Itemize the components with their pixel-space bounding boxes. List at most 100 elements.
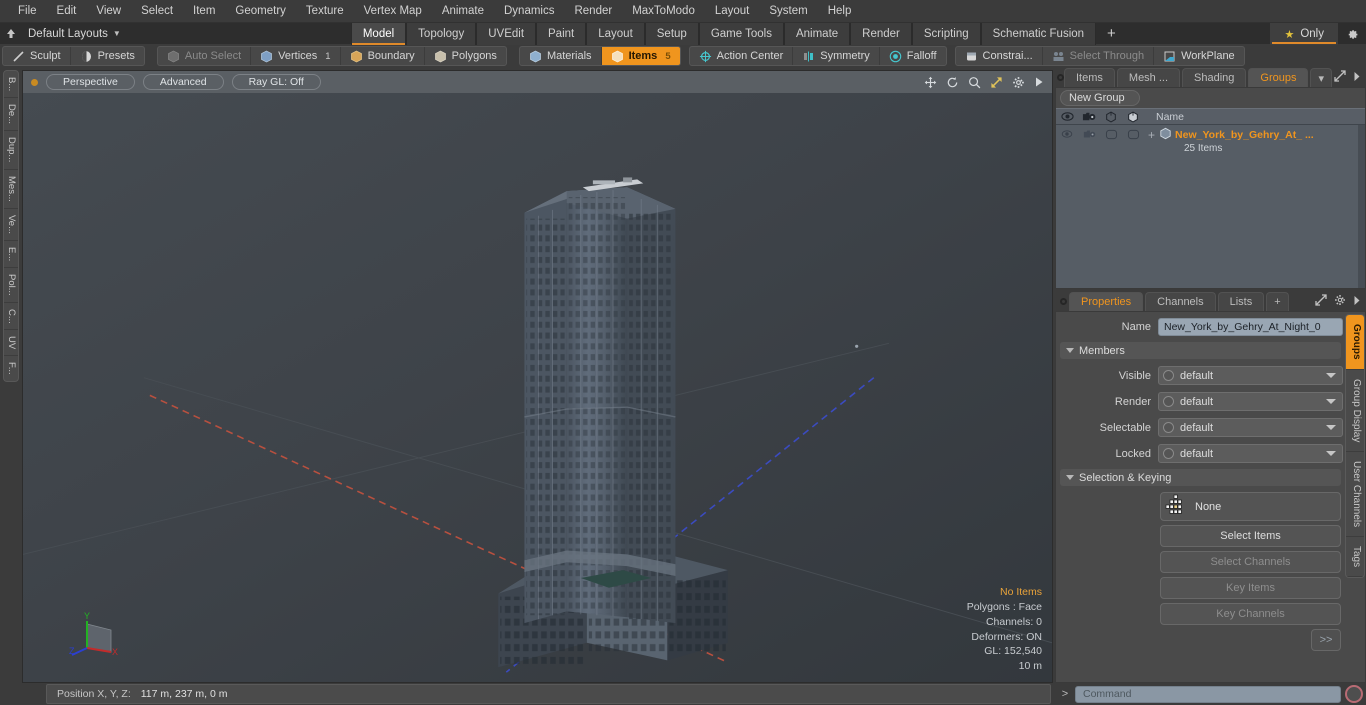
group-name[interactable]: New_York_by_Gehry_At_ ...: [1175, 129, 1314, 141]
visible-dropdown[interactable]: default: [1158, 366, 1343, 385]
left-tab-mesh[interactable]: Mes...: [4, 170, 18, 209]
vertices-button[interactable]: Vertices 1: [251, 47, 341, 65]
tab-channels[interactable]: Channels: [1145, 292, 1216, 311]
row-render-toggle[interactable]: [1078, 127, 1100, 139]
selectable-dropdown[interactable]: default: [1158, 418, 1343, 437]
forward-button[interactable]: >>: [1311, 629, 1341, 651]
sculpt-button[interactable]: Sculpt: [3, 47, 71, 65]
arrow-right-icon[interactable]: [1353, 71, 1361, 85]
chevron-down-icon[interactable]: ▾: [1310, 68, 1333, 87]
groups-list-scrollbar[interactable]: [1358, 125, 1365, 288]
record-icon[interactable]: [1345, 685, 1363, 703]
panel-menu-dot-icon[interactable]: [1057, 68, 1064, 87]
add-tab-button[interactable]: +: [1096, 23, 1127, 45]
locked-dropdown[interactable]: default: [1158, 444, 1343, 463]
left-tab-polygon[interactable]: Pol...: [4, 268, 18, 303]
home-icon[interactable]: [0, 24, 22, 44]
new-group-button[interactable]: New Group: [1060, 90, 1140, 106]
layout-selector[interactable]: Default Layouts ▼: [22, 28, 129, 40]
tab-mesh[interactable]: Mesh ...: [1116, 68, 1181, 87]
expand-row-icon[interactable]: +: [1148, 128, 1155, 142]
groups-list[interactable]: + New_York_by_Gehry_At_ ... 25 Items: [1056, 125, 1365, 288]
fit-icon[interactable]: [990, 76, 1003, 89]
rotate-icon[interactable]: [946, 76, 959, 89]
menu-item-select[interactable]: Select: [131, 1, 183, 21]
menu-item-system[interactable]: System: [759, 1, 817, 21]
left-tab-edge[interactable]: E...: [4, 241, 18, 268]
presets-button[interactable]: Presets: [71, 47, 144, 65]
none-selector-button[interactable]: None: [1160, 492, 1341, 521]
menu-item-texture[interactable]: Texture: [296, 1, 354, 21]
right-tab-tags[interactable]: Tags: [1346, 537, 1364, 578]
table-row[interactable]: + New_York_by_Gehry_At_ ... 25 Items: [1056, 125, 1365, 154]
tab-shading[interactable]: Shading: [1182, 68, 1247, 87]
left-tab-basic[interactable]: B...: [4, 71, 18, 99]
tab-items[interactable]: Items: [1064, 68, 1115, 87]
menu-item-animate[interactable]: Animate: [432, 1, 494, 21]
materials-button[interactable]: Materials: [520, 47, 602, 65]
viewport-canvas[interactable]: [23, 93, 1052, 682]
left-tab-uv[interactable]: UV: [4, 330, 18, 357]
menu-item-maxtomodo[interactable]: MaxToModo: [622, 1, 705, 21]
viewport-3d[interactable]: Perspective Advanced Ray GL: Off Y X Z N…: [22, 70, 1053, 683]
polygons-button[interactable]: Polygons: [425, 47, 506, 65]
move-icon[interactable]: [924, 76, 937, 89]
row-locked-toggle[interactable]: [1122, 127, 1144, 140]
menu-item-layout[interactable]: Layout: [705, 1, 760, 21]
zoom-icon[interactable]: [968, 76, 981, 89]
gear-icon[interactable]: [1338, 23, 1366, 45]
tab-groups[interactable]: Groups: [1248, 68, 1309, 87]
tab-setup[interactable]: Setup: [644, 22, 699, 45]
constraint-button[interactable]: Constrai...: [956, 47, 1043, 65]
tab-game-tools[interactable]: Game Tools: [698, 22, 784, 45]
tab-scripting[interactable]: Scripting: [911, 22, 981, 45]
menu-item-vertex-map[interactable]: Vertex Map: [354, 1, 432, 21]
action-center-button[interactable]: Action Center: [690, 47, 794, 65]
menu-item-item[interactable]: Item: [183, 1, 225, 21]
tab-topology[interactable]: Topology: [406, 22, 477, 45]
auto-select-button[interactable]: Auto Select: [158, 47, 252, 65]
menu-item-dynamics[interactable]: Dynamics: [494, 1, 564, 21]
select-channels-button[interactable]: Select Channels: [1160, 551, 1341, 573]
menu-item-geometry[interactable]: Geometry: [225, 1, 296, 21]
boundary-button[interactable]: Boundary: [341, 47, 425, 65]
tab-render[interactable]: Render: [850, 22, 912, 45]
menu-item-view[interactable]: View: [86, 1, 131, 21]
add-properties-tab-button[interactable]: +: [1266, 292, 1289, 311]
viewport-shading-selector[interactable]: Advanced: [142, 74, 224, 90]
tab-animate[interactable]: Animate: [783, 22, 851, 45]
command-caret-icon[interactable]: >: [1059, 688, 1071, 700]
right-tab-group-display[interactable]: Group Display: [1346, 370, 1364, 452]
gear-icon[interactable]: [1012, 76, 1025, 89]
right-tab-user-channels[interactable]: User Channels: [1346, 452, 1364, 538]
menu-item-edit[interactable]: Edit: [47, 1, 87, 21]
tab-lists[interactable]: Lists: [1217, 292, 1265, 311]
gear-icon[interactable]: [1334, 294, 1346, 309]
tab-paint[interactable]: Paint: [536, 22, 587, 45]
left-tab-deform[interactable]: De...: [4, 98, 18, 132]
members-section-header[interactable]: Members: [1060, 342, 1341, 359]
workplane-button[interactable]: WorkPlane: [1154, 47, 1244, 65]
left-tab-vertex[interactable]: Ve...: [4, 209, 18, 241]
select-items-button[interactable]: Select Items: [1160, 525, 1341, 547]
cube-outline-icon[interactable]: [1100, 111, 1122, 123]
eye-icon[interactable]: [1056, 111, 1078, 122]
name-field[interactable]: New_York_by_Gehry_At_Night_0: [1158, 317, 1343, 336]
left-tab-curve[interactable]: C...: [4, 303, 18, 331]
left-tab-duplicate[interactable]: Dup...: [4, 131, 18, 170]
key-channels-button[interactable]: Key Channels: [1160, 603, 1341, 625]
menu-item-file[interactable]: File: [8, 1, 47, 21]
row-selectable-toggle[interactable]: [1100, 127, 1122, 140]
selection-keying-section-header[interactable]: Selection & Keying: [1060, 469, 1341, 486]
play-icon[interactable]: [1034, 76, 1044, 88]
menu-item-help[interactable]: Help: [818, 1, 862, 21]
render-dropdown[interactable]: default: [1158, 392, 1343, 411]
viewport-projection-selector[interactable]: Perspective: [46, 74, 135, 90]
symmetry-button[interactable]: Symmetry: [793, 47, 880, 65]
items-button[interactable]: Items 5: [601, 47, 680, 65]
tab-uvedit[interactable]: UVEdit: [476, 22, 537, 45]
tab-schematic-fusion[interactable]: Schematic Fusion: [980, 22, 1097, 45]
expand-icon[interactable]: [1315, 294, 1327, 309]
menu-item-render[interactable]: Render: [564, 1, 622, 21]
expand-icon[interactable]: [1334, 70, 1346, 85]
